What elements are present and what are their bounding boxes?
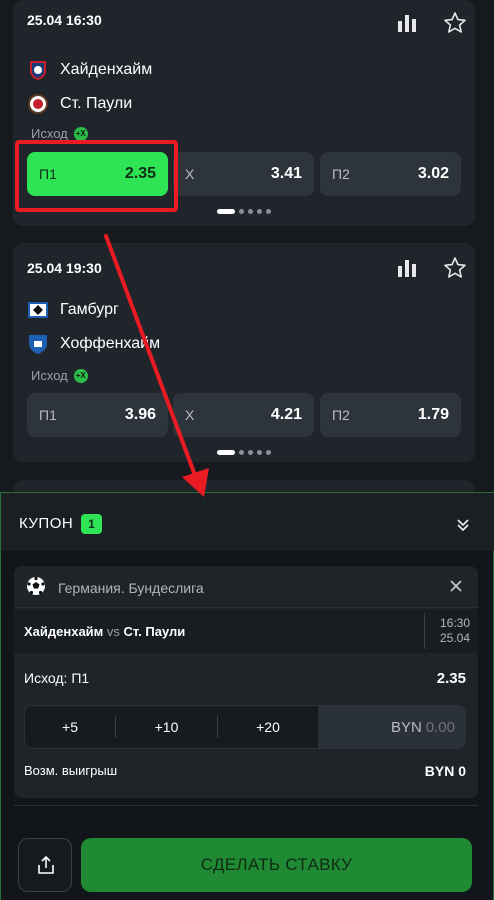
team-home: Хайденхайм: [27, 58, 152, 82]
stake-bar: +5 +10 +20 BYN 0.00: [24, 705, 466, 749]
quick-stake-10[interactable]: +10: [116, 706, 217, 748]
hamburg-logo-icon: [28, 302, 48, 318]
quick-stake-5[interactable]: +5: [25, 706, 115, 748]
divider: [424, 613, 425, 649]
star-icon[interactable]: [443, 256, 467, 280]
stats-icon[interactable]: [396, 12, 418, 34]
selection-highlight: [15, 140, 178, 212]
share-icon: [38, 855, 54, 874]
event-card-2: 25.04 19:30 Гамбург Хоффенхайм Исход +X …: [13, 243, 475, 462]
coupon-panel: КУПОН 1 Германия. Бундеслига Хайденхайм …: [0, 492, 494, 900]
odd-x[interactable]: Х 4.21: [173, 393, 314, 437]
bet-slip-card: Германия. Бундеслига Хайденхайм vs Ст. П…: [14, 566, 478, 798]
market-pager[interactable]: [217, 450, 271, 455]
chevron-double-down-icon[interactable]: [455, 517, 471, 533]
share-button[interactable]: [18, 838, 72, 892]
stake-currency: BYN: [390, 718, 422, 736]
stats-icon[interactable]: [396, 257, 418, 279]
market-badge: +X: [73, 368, 88, 383]
market-badge: +X: [73, 126, 88, 141]
market-pager[interactable]: [217, 209, 271, 214]
outcome-odd: 2.35: [436, 670, 466, 687]
team-away: Хоффенхайм: [27, 332, 160, 356]
league-row: Германия. Бундеслига: [14, 566, 478, 608]
odd-p2[interactable]: П2 3.02: [320, 152, 461, 196]
team-away: Ст. Паули: [27, 92, 132, 116]
team-home-name: Хайденхайм: [60, 61, 153, 78]
coupon-title: КУПОН: [19, 515, 74, 532]
team-home: Гамбург: [27, 298, 119, 322]
soccer-ball-icon: [27, 576, 45, 595]
hoffenheim-logo-icon: [29, 335, 47, 354]
outcome-label: Исход: П1: [24, 670, 90, 686]
close-icon[interactable]: [450, 580, 462, 592]
star-icon[interactable]: [443, 11, 467, 35]
team-home-name: Гамбург: [60, 301, 119, 318]
heidenheim-logo-icon: [30, 61, 46, 80]
market-label: Исход +X: [31, 368, 88, 383]
st-pauli-logo-icon: [28, 94, 48, 114]
odd-p2[interactable]: П2 1.79: [320, 393, 461, 437]
league-name: Германия. Бундеслига: [58, 580, 204, 596]
coupon-header[interactable]: КУПОН 1: [1, 493, 494, 551]
team-away-name: Хоффенхайм: [60, 335, 161, 352]
possible-win-label: Возм. выигрыш: [24, 763, 118, 778]
stake-input[interactable]: BYN 0.00: [318, 706, 465, 748]
quick-stake-20[interactable]: +20: [218, 706, 318, 748]
event-datetime: 25.04 19:30: [27, 260, 102, 276]
event-datetime: 25.04 16:30: [27, 12, 102, 28]
coupon-count-badge: 1: [81, 514, 102, 534]
team-away-name: Ст. Паули: [60, 95, 133, 112]
match-row: Хайденхайм vs Ст. Паули 16:30 25.04: [14, 609, 478, 653]
match-time: 16:30 25.04: [439, 616, 470, 645]
stake-placeholder: 0.00: [425, 718, 455, 736]
odd-p1[interactable]: П1 3.96: [27, 393, 168, 437]
market-label: Исход +X: [31, 126, 88, 141]
possible-win-value: BYN 0: [424, 763, 466, 779]
match-name: Хайденхайм vs Ст. Паули: [24, 624, 186, 639]
odd-x[interactable]: Х 3.41: [173, 152, 314, 196]
divider: [14, 805, 478, 806]
place-bet-button[interactable]: СДЕЛАТЬ СТАВКУ: [81, 838, 472, 892]
